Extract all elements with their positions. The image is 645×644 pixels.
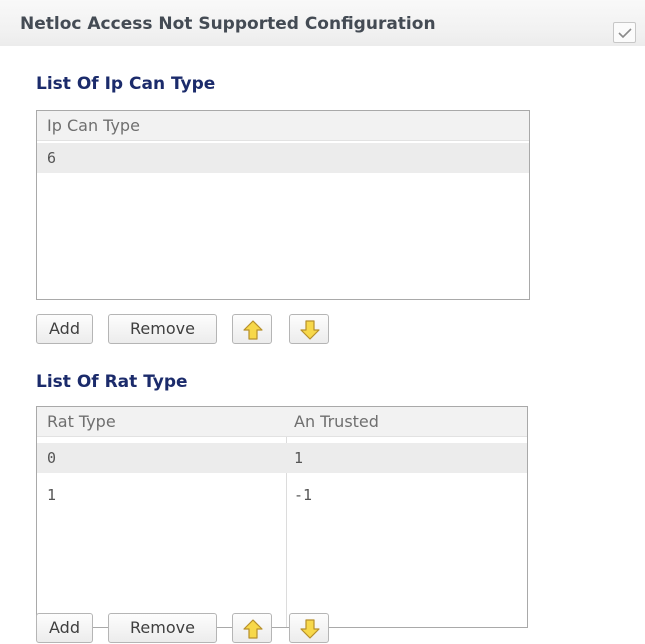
cell-ip-can-type: 6 [47, 149, 57, 167]
move-down-rat-button[interactable] [289, 613, 329, 643]
arrow-down-icon [300, 619, 320, 639]
table-row[interactable]: 1 -1 [37, 480, 527, 510]
column-divider [286, 407, 287, 627]
arrow-up-icon [243, 619, 263, 639]
move-down-ip-can-button[interactable] [289, 314, 329, 344]
cell-rat-type: 0 [47, 449, 57, 467]
cell-an-trusted: 1 [294, 449, 304, 467]
ip-can-table: Ip Can Type 6 [36, 110, 530, 300]
column-header-ip-can-type: Ip Can Type [47, 116, 140, 135]
page: Netloc Access Not Supported Configuratio… [0, 0, 645, 644]
checkmark-icon [618, 28, 632, 39]
add-rat-button[interactable]: Add [36, 613, 93, 643]
header-title: Netloc Access Not Supported Configuratio… [20, 14, 436, 34]
cell-rat-type: 1 [47, 486, 57, 504]
config-header: Netloc Access Not Supported Configuratio… [0, 0, 645, 46]
move-up-rat-button[interactable] [232, 613, 272, 643]
rat-table: Rat Type An Trusted 0 1 1 -1 [36, 406, 528, 628]
rat-table-header: Rat Type An Trusted [37, 407, 527, 437]
ip-can-table-header: Ip Can Type [37, 111, 529, 141]
add-ip-can-button[interactable]: Add [36, 314, 93, 344]
ip-can-section-title: List Of Ip Can Type [36, 74, 216, 94]
remove-ip-can-button[interactable]: Remove [108, 314, 217, 344]
table-row[interactable]: 6 [37, 143, 529, 173]
enable-checkbox[interactable] [613, 22, 636, 43]
move-up-ip-can-button[interactable] [232, 314, 272, 344]
arrow-down-icon [300, 320, 320, 340]
arrow-up-icon [243, 320, 263, 340]
column-header-rat-type: Rat Type [47, 412, 116, 431]
table-row[interactable]: 0 1 [37, 443, 527, 473]
cell-an-trusted: -1 [294, 486, 313, 504]
remove-rat-button[interactable]: Remove [108, 613, 217, 643]
rat-section-title: List Of Rat Type [36, 372, 188, 392]
column-header-an-trusted: An Trusted [294, 412, 379, 431]
